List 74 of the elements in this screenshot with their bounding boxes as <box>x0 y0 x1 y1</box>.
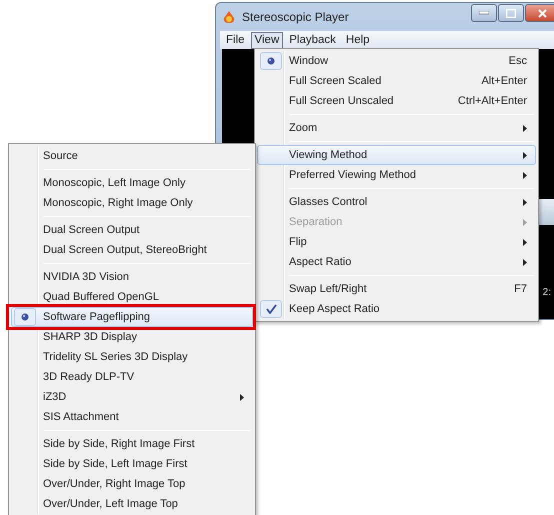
menu-item[interactable]: Zoom <box>257 118 536 138</box>
menu-item-label: Full Screen Unscaled <box>289 94 394 109</box>
menu-item[interactable]: Viewing Method <box>257 145 536 165</box>
menu-item[interactable]: Side by Side, Right Image First <box>11 434 253 454</box>
menu-item[interactable]: Full Screen Scaled Alt+Enter <box>257 71 536 91</box>
menu-bar-item[interactable]: Help <box>342 32 374 48</box>
menu-item[interactable]: Preferred Viewing Method <box>257 165 536 185</box>
menu-item-label: Keep Aspect Ratio <box>289 302 380 317</box>
menu-item-label: Viewing Method <box>289 148 368 163</box>
menu-item[interactable]: Glasses Control <box>257 192 536 212</box>
menu-item[interactable]: Over/Under, Left Image Top <box>11 494 253 514</box>
menu-bar-item[interactable]: View <box>250 32 284 48</box>
shortcut-text: Esc <box>508 54 527 69</box>
menu-item[interactable]: Full Screen Unscaled Ctrl+Alt+Enter <box>257 91 536 111</box>
app-icon <box>222 10 236 24</box>
menu-item[interactable]: Window Esc <box>257 51 536 71</box>
menu-item-label: Quad Buffered OpenGL <box>43 290 159 305</box>
shortcut-text: Alt+Enter <box>480 74 527 89</box>
menu-item-label: Zoom <box>289 120 318 136</box>
minimize-icon <box>479 11 489 15</box>
menu-item[interactable]: Swap Left/Right F7 <box>257 279 536 299</box>
menu-item-label: Monoscopic, Right Image Only <box>43 196 193 211</box>
menu-item[interactable]: 3D Ready DLP-TV <box>11 367 253 387</box>
menu-item-label: 3D Ready DLP-TV <box>43 370 134 385</box>
menu-item[interactable]: Keep Aspect Ratio <box>257 299 536 319</box>
menu-item-label: iZ3D <box>43 390 66 405</box>
menu-item-label: Window <box>289 54 328 69</box>
menu-item-label: Side by Side, Right Image First <box>43 436 195 452</box>
menu-item[interactable]: NVIDIA 3D Vision <box>11 267 253 287</box>
menu-item[interactable]: Dual Screen Output, StereoBright <box>11 240 253 260</box>
menu-item[interactable]: Side by Side, Left Image First <box>11 454 253 474</box>
menu-item-label: Monoscopic, Left Image Only <box>43 176 186 191</box>
menu-item[interactable]: Over/Under, Right Image Top <box>11 474 253 494</box>
menu-item-label: Swap Left/Right <box>289 282 367 297</box>
shortcut-text: F7 <box>513 282 527 297</box>
menu-item-label: Source <box>43 148 78 164</box>
minimize-button[interactable] <box>471 4 497 22</box>
menu-item-label: Software Pageflipping <box>43 310 150 325</box>
menu-item-label: Over/Under, Left Image Top <box>43 496 178 512</box>
menu-item-label: SHARP 3D Display <box>43 330 137 345</box>
window-title: Stereoscopic Player <box>242 9 349 26</box>
menu-item[interactable]: Dual Screen Output <box>11 220 253 240</box>
menu-item-label: Tridelity SL Series 3D Display <box>43 350 188 365</box>
menu-item-label: Side by Side, Left Image First <box>43 456 188 472</box>
menu-item-label: Dual Screen Output <box>43 222 140 238</box>
menu-item[interactable]: Quad Buffered OpenGL <box>11 287 253 307</box>
menu-item-label: SIS Attachment <box>43 410 119 425</box>
menu-item[interactable]: Aspect Ratio <box>257 252 536 272</box>
menu-item-label: Separation <box>289 214 342 230</box>
close-button[interactable] <box>525 4 554 22</box>
menu-item-label: Dual Screen Output, StereoBright <box>43 242 207 258</box>
menu-item-label: Over/Under, Right Image Top <box>43 476 186 492</box>
menu-item-label: Full Screen Scaled <box>289 74 382 89</box>
menu-item[interactable]: Monoscopic, Right Image Only <box>11 193 253 213</box>
menu-item[interactable]: Source <box>11 146 253 166</box>
close-icon <box>538 8 546 18</box>
maximize-icon <box>506 8 516 18</box>
menu-item-label: Aspect Ratio <box>289 254 352 270</box>
menu-item[interactable]: iZ3D <box>11 387 253 407</box>
menu-item-label: Preferred Viewing Method <box>289 168 416 183</box>
menu-item-label: NVIDIA 3D Vision <box>43 270 130 285</box>
menu-item[interactable]: SIS Attachment <box>11 407 253 427</box>
menu-item-label: Glasses Control <box>289 194 368 210</box>
menu-item[interactable]: Flip <box>257 232 536 252</box>
menu-item-label: Flip <box>289 234 307 250</box>
menu-item[interactable]: SHARP 3D Display <box>11 327 253 347</box>
menu-item[interactable]: Monoscopic, Left Image Only <box>11 173 253 193</box>
menu-item[interactable]: Tridelity SL Series 3D Display <box>11 347 253 367</box>
menu-bar-item[interactable]: File <box>222 32 249 48</box>
time-text: 2: <box>542 286 551 300</box>
toolbar-strip <box>539 199 554 225</box>
menu-bar-item[interactable]: Playback <box>285 32 340 48</box>
shortcut-text: Ctrl+Alt+Enter <box>456 94 527 109</box>
maximize-button[interactable] <box>498 4 524 22</box>
